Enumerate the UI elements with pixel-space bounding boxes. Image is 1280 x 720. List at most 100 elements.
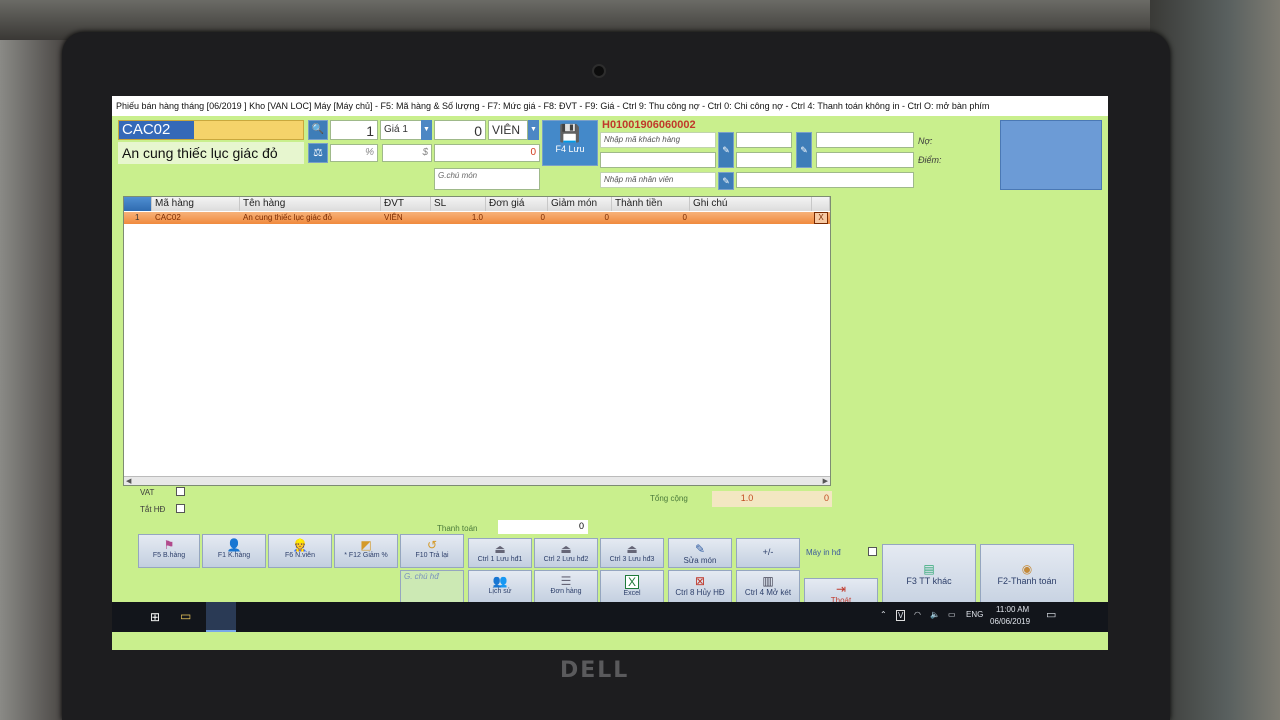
search-product-button[interactable]: 🔍: [308, 120, 328, 140]
f1-customer-button[interactable]: 👤 F1 K.hàng: [202, 534, 266, 568]
row-note: [690, 212, 696, 224]
hd-checkbox[interactable]: [176, 504, 185, 513]
address-lookup-button[interactable]: ✎: [796, 132, 812, 168]
row-qty: 1.0: [471, 213, 483, 222]
hd-label: Tắt HĐ: [140, 505, 166, 514]
grid-header-total[interactable]: Thành tiền: [612, 197, 690, 211]
customer-address-field[interactable]: [816, 132, 914, 148]
staff-icon: 👷: [292, 538, 308, 552]
laptop-logo: DELL: [560, 658, 630, 683]
users-icon: 👥: [492, 574, 508, 588]
staff-code-input[interactable]: Nhập mã nhân viên: [600, 172, 716, 188]
notifications-icon[interactable]: ▭: [1046, 608, 1056, 621]
customer-photo-panel: [1000, 120, 1102, 190]
percent-icon: ◩: [360, 538, 372, 552]
printer-label: Máy in hđ: [806, 548, 841, 557]
edit-item-button[interactable]: ✎ Sửa món: [668, 538, 732, 568]
f5-goods-button[interactable]: ⚑ F5 B.hàng: [138, 534, 200, 568]
ctrl8-cancel-invoice-button[interactable]: ⊠ Ctrl 8 Hủy HĐ: [668, 570, 732, 604]
return-icon: ↺: [426, 538, 438, 552]
row-delete-button[interactable]: X: [814, 212, 828, 224]
grid-horizontal-scrollbar[interactable]: ◀ ▶: [124, 476, 830, 485]
save-button[interactable]: 💾 F4 Lưu: [542, 120, 598, 166]
unit-dropdown-icon[interactable]: ▼: [528, 120, 539, 140]
row-price: 0: [540, 213, 545, 222]
grid-header-unit[interactable]: ĐVT: [381, 197, 431, 211]
card-icon: ▤: [923, 562, 935, 576]
customer-phone-field[interactable]: [816, 152, 914, 168]
wifi-icon[interactable]: ◠: [914, 610, 921, 619]
payment-label: Thanh toán: [437, 524, 478, 533]
grid-header-end: [812, 197, 830, 211]
ctrl2-save-invoice-button[interactable]: ⏏ Ctrl 2 Lưu hđ2: [534, 538, 598, 568]
scale-icon: ⚖: [313, 147, 323, 159]
amount-input[interactable]: 0: [434, 120, 486, 140]
row-total: 0: [682, 213, 687, 222]
row-index: 1: [135, 213, 140, 222]
points-label: Điểm:: [918, 155, 942, 165]
price-level-select[interactable]: Giá 1: [380, 120, 422, 140]
payment-field[interactable]: 0: [498, 520, 588, 534]
grid-header-code[interactable]: Mã hàng: [152, 197, 240, 211]
clock-time[interactable]: 11:00 AM: [996, 605, 1029, 614]
pencil-icon: ✎: [722, 176, 730, 186]
ctrl1-save-invoice-button[interactable]: ⏏ Ctrl 1 Lưu hđ1: [468, 538, 532, 568]
scroll-left-icon[interactable]: ◀: [126, 477, 131, 485]
staff-lookup-button[interactable]: ✎: [718, 172, 734, 190]
grid-header-discount[interactable]: Giảm món: [548, 197, 612, 211]
customer-name-field[interactable]: [600, 152, 716, 168]
quantity-input[interactable]: 1: [330, 120, 378, 140]
discount-amount-input[interactable]: $: [382, 144, 432, 162]
excel-button[interactable]: X Excel: [600, 570, 664, 604]
total-label: Tổng cộng: [650, 494, 688, 503]
table-row[interactable]: 1 CAC02 An cung thiếc lục giác đỏ VIÊN 1…: [124, 212, 830, 224]
printer-checkbox[interactable]: [868, 547, 877, 556]
language-indicator[interactable]: ENG: [966, 610, 983, 619]
f6-staff-button[interactable]: 👷 F6 N.viên: [268, 534, 332, 568]
tray-app-icon[interactable]: V: [896, 610, 906, 621]
grid-header-note[interactable]: Ghi chú: [690, 197, 812, 211]
battery-icon[interactable]: ▭: [948, 610, 956, 619]
row-discount: 0: [604, 213, 609, 222]
price-level-dropdown-icon[interactable]: ▼: [421, 120, 432, 140]
customer-extra-2[interactable]: [736, 152, 792, 168]
discount-percent-input[interactable]: %: [330, 144, 378, 162]
ctrl3-save-invoice-button[interactable]: ⏏ Ctrl 3 Lưu hđ3: [600, 538, 664, 568]
f10-return-button[interactable]: ↺ F10 Trả lại: [400, 534, 464, 568]
vat-label: VAT: [140, 488, 155, 497]
item-note-input[interactable]: G.chú món: [434, 168, 540, 190]
grid-header-qty[interactable]: SL: [431, 197, 486, 211]
tray-up-icon[interactable]: ⌃: [880, 610, 887, 619]
customer-code-input[interactable]: Nhập mã khách hàng: [600, 132, 716, 148]
invoice-note-input[interactable]: [400, 570, 464, 604]
invoice-number: H01001906060002: [602, 119, 696, 131]
staff-name-field[interactable]: [736, 172, 914, 188]
customer-lookup-button[interactable]: ✎: [718, 132, 734, 168]
coin-icon: ◉: [1021, 562, 1033, 576]
windows-start-icon[interactable]: ⊞: [150, 610, 160, 624]
customer-extra-1[interactable]: [736, 132, 792, 148]
app-taskbar-icon[interactable]: [206, 602, 236, 632]
floppy-disk-icon: 💾: [559, 124, 581, 143]
f12-discount-button[interactable]: ◩ * F12 Giảm %: [334, 534, 398, 568]
ctrl4-open-drawer-button[interactable]: ▥ Ctrl 4 Mở két: [736, 570, 800, 604]
edit-icon: ✎: [694, 542, 706, 556]
file-explorer-icon[interactable]: ▭: [180, 609, 191, 623]
user-icon: 👤: [226, 538, 242, 552]
clock-date[interactable]: 06/06/2019: [990, 617, 1030, 626]
flag-icon: ⚑: [163, 538, 175, 552]
vat-checkbox[interactable]: [176, 487, 185, 496]
grid-header-price[interactable]: Đơn giá: [486, 197, 548, 211]
volume-icon[interactable]: 🔈: [930, 610, 940, 619]
scale-button[interactable]: ⚖: [308, 143, 328, 163]
product-code-input[interactable]: CAC02: [118, 120, 304, 140]
scroll-right-icon[interactable]: ▶: [823, 477, 828, 485]
plus-minus-button[interactable]: +/-: [736, 538, 800, 568]
row-code: CAC02: [155, 213, 181, 222]
row-unit: VIÊN: [384, 213, 403, 222]
history-button[interactable]: 👥 Lịch sử: [468, 570, 532, 604]
grid-header-name[interactable]: Tên hàng: [240, 197, 381, 211]
unit-select[interactable]: VIÊN: [488, 120, 528, 140]
app-screen: Phiếu bán hàng tháng [06/2019 ] Kho [VAN…: [112, 96, 1108, 650]
orders-button[interactable]: ☰ Đơn hàng: [534, 570, 598, 604]
